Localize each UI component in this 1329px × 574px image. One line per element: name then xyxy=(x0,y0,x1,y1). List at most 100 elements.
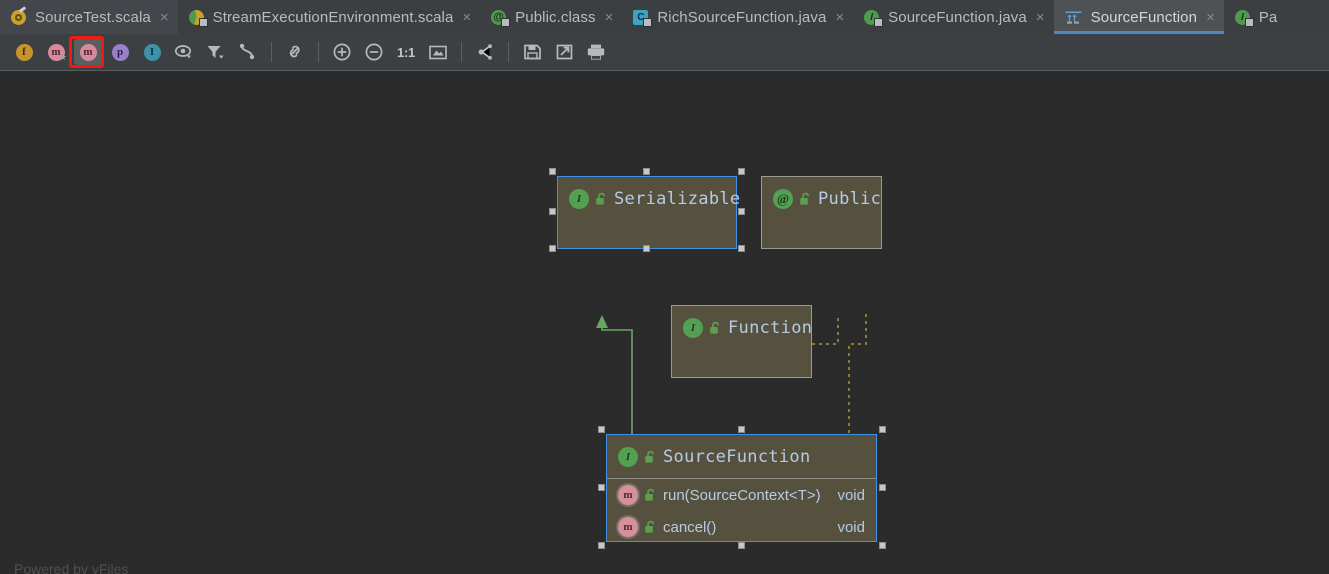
unlocked-icon xyxy=(644,450,657,464)
diagram-toolbar: f m ★ m p I 1:1 xyxy=(0,34,1329,71)
scala-object-icon xyxy=(11,5,28,26)
member-name-label: cancel() xyxy=(663,518,717,536)
method-icon: m xyxy=(79,43,97,61)
uml-diagram-glyph xyxy=(1065,11,1082,24)
selection-handle[interactable] xyxy=(643,168,650,175)
node-title-label: Public xyxy=(818,189,882,209)
selection-handle[interactable] xyxy=(738,208,745,215)
tab-label: SourceFunction.java xyxy=(888,8,1027,26)
tab-public-class[interactable]: @ Public.class × xyxy=(480,0,623,34)
selection-handle[interactable] xyxy=(879,484,886,491)
toolbar-separator xyxy=(461,42,462,62)
selection-handle[interactable] xyxy=(598,542,605,549)
unlocked-icon xyxy=(644,520,657,534)
arrowhead-extends xyxy=(596,315,608,328)
selection-handle[interactable] xyxy=(879,426,886,433)
tab-sourcetest-scala[interactable]: SourceTest.scala × xyxy=(0,0,178,34)
editor-tab-bar: SourceTest.scala × StreamExecutionEnviro… xyxy=(0,0,1329,35)
node-public[interactable]: @ Public xyxy=(761,176,882,249)
toolbar-separator xyxy=(271,42,272,62)
annotation-icon: @ xyxy=(773,189,793,209)
tab-label: Pa xyxy=(1258,8,1278,26)
save-button[interactable] xyxy=(518,39,546,65)
node-title-row: I Function xyxy=(672,306,813,350)
property-icon: p xyxy=(111,43,129,61)
tab-close-icon[interactable]: × xyxy=(462,10,471,25)
show-dependencies-button[interactable] xyxy=(281,39,309,65)
node-title-label: Function xyxy=(728,318,813,338)
print-button[interactable] xyxy=(582,39,610,65)
tab-close-icon[interactable]: × xyxy=(1206,10,1215,25)
tab-close-icon[interactable]: × xyxy=(1036,10,1045,25)
yfiles-watermark: Powered by yFiles xyxy=(14,561,129,574)
export-arrow-icon xyxy=(556,44,572,60)
uml-diagram-icon xyxy=(1065,9,1084,26)
zoom-in-button[interactable] xyxy=(328,39,356,65)
toolbar-separator xyxy=(318,42,319,62)
unlocked-icon xyxy=(644,488,657,502)
selection-handle[interactable] xyxy=(549,208,556,215)
export-button[interactable] xyxy=(550,39,578,65)
node-title-row: @ Public xyxy=(762,177,881,221)
tab-sourcefunction-java[interactable]: I SourceFunction.java × xyxy=(853,0,1054,34)
selection-handle[interactable] xyxy=(738,245,745,252)
interface-icon: I xyxy=(618,446,638,467)
method-icon: m xyxy=(618,517,638,537)
java-interface-icon: I xyxy=(1234,9,1254,27)
layout-button[interactable] xyxy=(471,39,499,65)
selection-handle[interactable] xyxy=(879,542,886,549)
actual-size-button[interactable]: 1:1 xyxy=(392,39,420,65)
show-inner-classes-button[interactable]: I xyxy=(138,39,166,65)
selection-handle[interactable] xyxy=(549,168,556,175)
method-icon: m xyxy=(618,485,638,505)
zoom-in-icon xyxy=(333,43,351,61)
show-properties-button[interactable]: p xyxy=(106,39,134,65)
selection-handle[interactable] xyxy=(738,168,745,175)
printer-icon xyxy=(587,44,605,60)
annotation-icon: @ xyxy=(491,9,511,27)
inner-class-icon: I xyxy=(143,43,161,61)
member-name-label: run(SourceContext<T>) xyxy=(663,486,821,504)
fit-screen-icon xyxy=(429,45,447,59)
node-title-row: I SourceFunction xyxy=(607,435,876,479)
selection-handle[interactable] xyxy=(738,426,745,433)
selection-handle[interactable] xyxy=(598,484,605,491)
diagram-editor-window: SourceTest.scala × StreamExecutionEnviro… xyxy=(0,0,1329,574)
selection-handle[interactable] xyxy=(738,542,745,549)
tab-streamexecutionenvironment-scala[interactable]: StreamExecutionEnvironment.scala × xyxy=(177,0,481,34)
member-row-cancel[interactable]: m cancel() void xyxy=(607,511,876,543)
tab-richsourcefunction-java[interactable]: C RichSourceFunction.java × xyxy=(622,0,854,34)
selection-handle[interactable] xyxy=(643,245,650,252)
star-badge-icon: ★ xyxy=(58,52,67,62)
diagram-canvas[interactable]: I Serializable @ Public I Function I Sou… xyxy=(0,72,1329,574)
member-type-label: void xyxy=(837,518,865,536)
tab-close-icon[interactable]: × xyxy=(835,10,844,25)
tab-label: Public.class xyxy=(515,8,596,26)
fit-content-button[interactable] xyxy=(424,39,452,65)
tab-parallelsourcefunction-partial[interactable]: I Pa xyxy=(1223,0,1287,34)
tab-close-icon[interactable]: × xyxy=(160,10,169,25)
zoom-out-button[interactable] xyxy=(360,39,388,65)
graph-layout-icon xyxy=(478,44,492,60)
field-icon: f xyxy=(15,43,33,61)
tab-close-icon[interactable]: × xyxy=(605,10,614,25)
interface-icon: I xyxy=(569,189,589,209)
show-fields-button[interactable]: f xyxy=(10,39,38,65)
node-serializable[interactable]: I Serializable xyxy=(557,176,740,249)
selection-handle[interactable] xyxy=(549,245,556,252)
show-constructors-button[interactable]: m ★ xyxy=(42,39,70,65)
show-methods-button[interactable]: m xyxy=(74,39,102,65)
filter-funnel-icon xyxy=(207,46,224,59)
node-function[interactable]: I Function xyxy=(671,305,812,378)
node-sourcefunction[interactable]: I SourceFunction m run(SourceContext<T>)… xyxy=(606,434,877,542)
interface-icon: I xyxy=(683,318,703,338)
tab-sourcefunction-diagram[interactable]: SourceFunction × xyxy=(1053,0,1224,34)
edges-style-button[interactable] xyxy=(234,39,262,65)
java-class-icon: C xyxy=(633,9,653,27)
member-row-run[interactable]: m run(SourceContext<T>) void xyxy=(607,479,876,511)
tab-label: SourceFunction xyxy=(1090,8,1198,26)
filter-button[interactable] xyxy=(202,39,230,65)
selection-handle[interactable] xyxy=(598,426,605,433)
unlocked-icon xyxy=(799,192,812,206)
visibility-button[interactable] xyxy=(170,39,198,65)
